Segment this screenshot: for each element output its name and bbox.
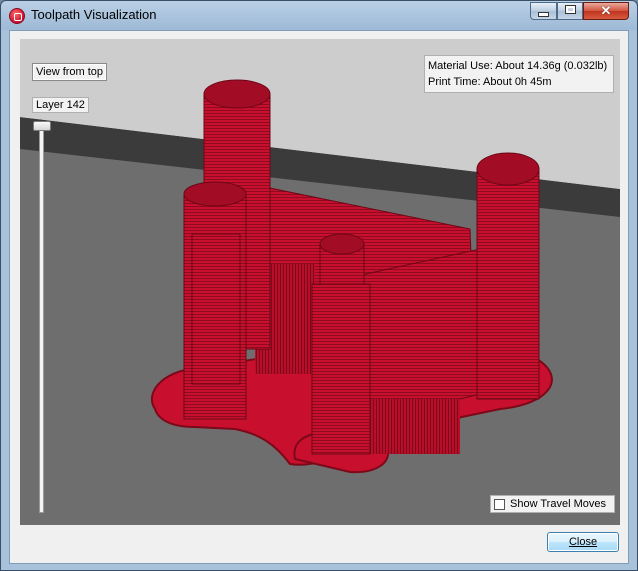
layer-label: Layer 142 — [32, 97, 89, 113]
layer-slider-thumb[interactable] — [33, 121, 51, 131]
material-use-text: Material Use: About 14.36g (0.032lb) — [428, 60, 608, 72]
makerbot-logo-icon — [9, 8, 25, 24]
toolpath-3d-viewport[interactable]: View from top Layer 142 Material Use: Ab… — [20, 39, 620, 525]
print-stats-box: Material Use: About 14.36g (0.032lb) Pri… — [424, 55, 614, 93]
minimize-icon — [538, 12, 549, 17]
close-button-label: Close — [568, 536, 598, 548]
show-travel-moves-label: Show Travel Moves — [510, 498, 606, 510]
layer-slider-track[interactable] — [39, 121, 44, 513]
maximize-icon — [564, 5, 576, 14]
maximize-button[interactable] — [557, 2, 583, 20]
close-window-button[interactable]: ✕ — [583, 2, 629, 20]
view-from-top-button[interactable]: View from top — [32, 63, 108, 81]
minimize-button[interactable] — [530, 2, 557, 20]
model-tower-right — [476, 152, 540, 400]
close-button[interactable]: Close — [547, 532, 619, 552]
toolpath-render — [20, 39, 620, 525]
title-bar[interactable]: Toolpath Visualization ✕ — [1, 1, 637, 29]
print-time-text: Print Time: About 0h 45m — [428, 76, 552, 88]
close-icon: ✕ — [600, 3, 612, 18]
show-travel-moves-checkbox[interactable] — [494, 498, 505, 510]
window-title: Toolpath Visualization — [31, 7, 157, 22]
dialog-client-area: View from top Layer 142 Material Use: Ab… — [9, 30, 629, 564]
model-tower-front-left — [183, 181, 247, 420]
show-travel-moves-toggle[interactable]: Show Travel Moves — [490, 495, 615, 513]
toolpath-window: Toolpath Visualization ✕ View from top L… — [0, 0, 638, 571]
model-tower-front-middle — [311, 233, 371, 455]
